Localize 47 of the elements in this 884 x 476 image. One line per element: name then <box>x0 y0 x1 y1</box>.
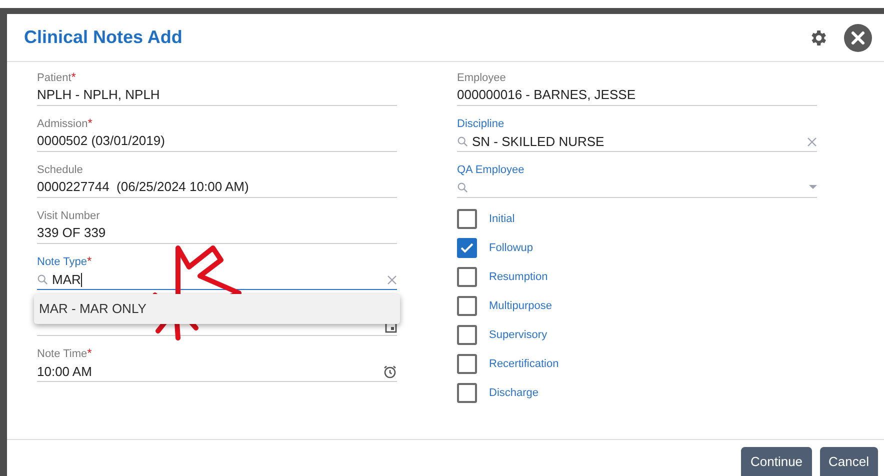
checkbox-label[interactable]: Multipurpose <box>489 298 552 314</box>
field-label: Note Type <box>37 255 87 269</box>
search-icon <box>457 182 468 193</box>
required-asterisk: * <box>87 347 92 359</box>
field-label: Patient <box>37 71 72 85</box>
dropdown-option[interactable]: MAR - MAR ONLY <box>34 299 400 319</box>
field-label: Admission <box>37 117 88 131</box>
calendar-icon[interactable] <box>385 321 397 333</box>
checkbox[interactable] <box>457 209 477 229</box>
checkbox-label[interactable]: Followup <box>489 240 534 256</box>
field-label: Discipline <box>457 117 504 131</box>
required-asterisk: * <box>86 255 92 267</box>
search-icon <box>457 136 468 147</box>
field-value: 0000502 (03/01/2019) <box>37 132 397 152</box>
field-value: 000000016 - BARNES, JESSE <box>457 86 817 106</box>
checkbox-label[interactable]: Discharge <box>489 384 539 402</box>
field-label: Schedule <box>37 163 83 177</box>
time-field[interactable]: 10:00 AM <box>37 362 397 382</box>
checkbox[interactable] <box>457 383 477 403</box>
checkbox-label[interactable]: Resumption <box>489 268 548 286</box>
required-asterisk: * <box>71 71 76 83</box>
field-value: 339 OF 339 <box>37 224 397 244</box>
field-value: NPLH - NPLH, NPLH <box>37 86 397 106</box>
alarm-clock-icon[interactable] <box>383 364 397 378</box>
checkbox[interactable] <box>457 354 477 374</box>
field-label: Note Time <box>37 347 88 361</box>
search-field[interactable]: SN - SKILLED NURSE <box>457 132 817 152</box>
checkbox-label[interactable]: Recertification <box>489 356 559 372</box>
checkbox-label[interactable]: Supervisory <box>489 326 548 344</box>
checkbox[interactable] <box>457 325 477 345</box>
dropdown-caret-icon <box>809 185 817 190</box>
checkmark-icon <box>460 242 474 254</box>
checkbox-label[interactable]: Initial <box>489 210 515 228</box>
dialog-button[interactable]: Continue <box>741 447 812 476</box>
field-label: Employee <box>457 71 506 85</box>
field-value: 0000227744 (06/25/2024 10:00 AM) <box>37 178 397 198</box>
dialog-button[interactable]: Cancel <box>820 447 878 476</box>
checkbox[interactable] <box>457 296 477 316</box>
checkbox[interactable] <box>457 267 477 287</box>
checkbox[interactable] <box>457 238 477 258</box>
required-asterisk: * <box>88 117 92 129</box>
dialog-title: Clinical Notes Add <box>24 26 182 49</box>
field-label: QA Employee <box>457 163 524 177</box>
close-icon[interactable] <box>844 24 872 52</box>
search-icon <box>37 274 48 285</box>
field-label: Visit Number <box>37 209 100 223</box>
search-field[interactable]: MAR <box>37 270 397 290</box>
